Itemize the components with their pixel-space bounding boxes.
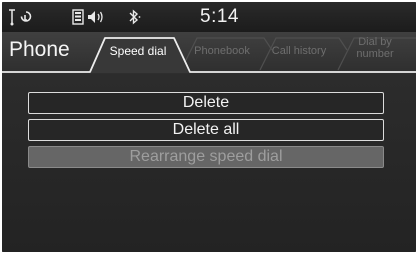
tab-call-history[interactable]: Call history xyxy=(261,45,337,57)
delete-all-button[interactable]: Delete all xyxy=(28,119,384,141)
rearrange-speed-dial-button[interactable]: Rearrange speed dial xyxy=(28,146,384,168)
bluetooth-icon xyxy=(129,9,141,25)
phone-battery-icon xyxy=(72,9,84,25)
screen-title: Phone xyxy=(9,38,70,61)
phone-screen: 5:14 Phone Speed dial Phonebook Call his… xyxy=(2,2,416,252)
audio-volume-icon xyxy=(88,11,103,23)
speed-dial-menu: Delete Delete all Rearrange speed dial xyxy=(2,74,416,252)
tab-phonebook[interactable]: Phonebook xyxy=(183,45,261,57)
delete-button[interactable]: Delete xyxy=(28,92,384,114)
clock: 5:14 xyxy=(200,6,239,27)
handsfree-phone-icon xyxy=(20,11,32,22)
tab-speed-dial[interactable]: Speed dial xyxy=(90,44,186,58)
header-bar: Phone Speed dial Phonebook Call history … xyxy=(2,32,416,74)
tab-dial-by-number[interactable]: Dial by number xyxy=(338,36,412,60)
tab-dial-label-line2: number xyxy=(356,48,394,60)
status-bar: 5:14 xyxy=(2,2,416,32)
tab-dial-label-line1: Dial by xyxy=(358,36,392,48)
signal-strength-icon xyxy=(9,9,15,26)
